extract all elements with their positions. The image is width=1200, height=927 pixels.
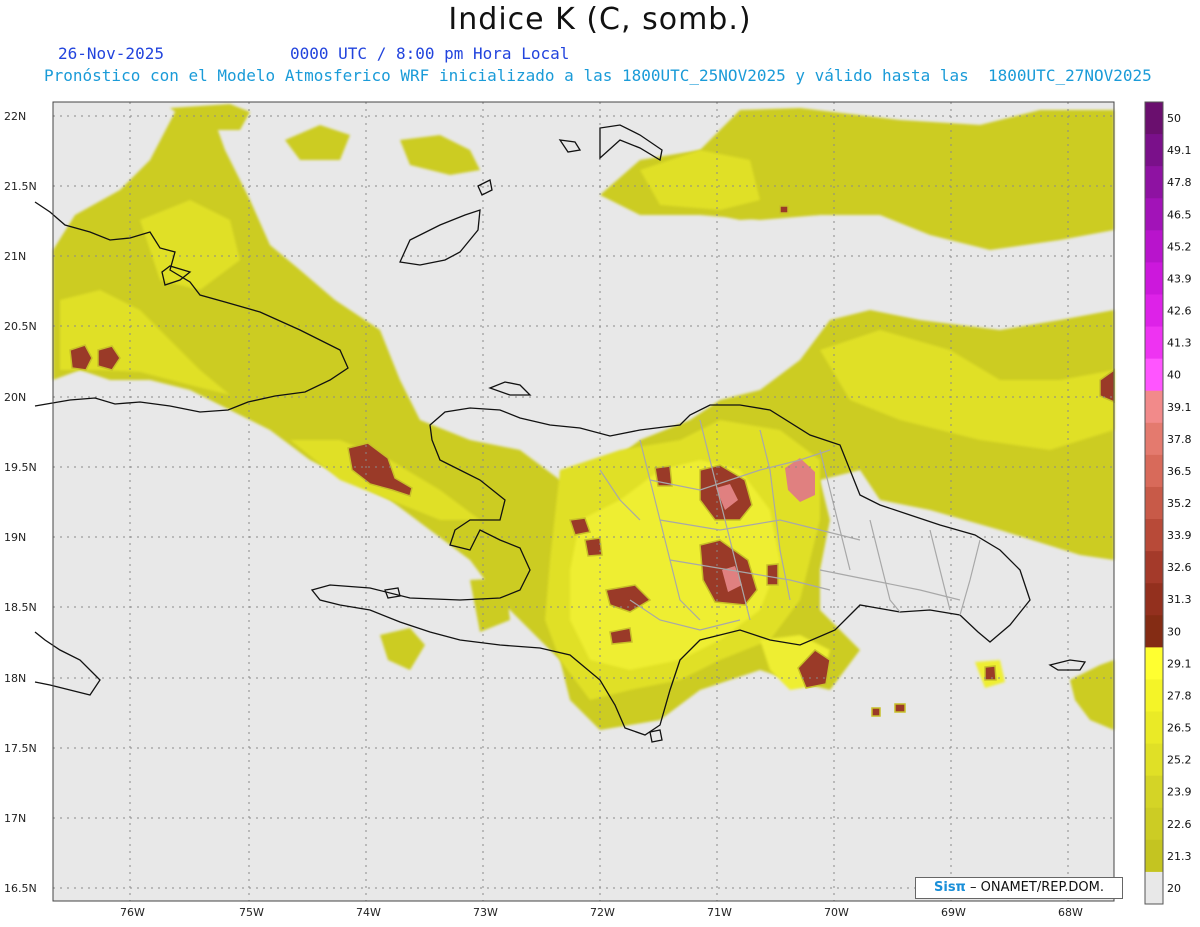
lon-label: 76W xyxy=(120,906,145,919)
lat-label: 21.5N xyxy=(4,180,37,193)
colorbar-swatch xyxy=(1145,839,1163,873)
colorbar-swatch xyxy=(1145,198,1163,231)
colorbar-swatch xyxy=(1145,230,1163,263)
colorbar-label: 32.6 xyxy=(1167,561,1192,574)
colorbar-swatch xyxy=(1145,102,1163,135)
colorbar-label: 36.5 xyxy=(1167,465,1192,478)
colorbar-swatch xyxy=(1145,775,1163,809)
lon-label: 70W xyxy=(824,906,849,919)
colorbar-label: 42.6 xyxy=(1167,305,1192,318)
colorbar-label: 29.1 xyxy=(1167,657,1192,670)
colorbar-swatch xyxy=(1145,807,1163,841)
colorbar-swatch xyxy=(1145,134,1163,167)
lat-label: 17N xyxy=(4,812,26,825)
lat-label: 16.5N xyxy=(4,882,37,895)
colorbar-swatch xyxy=(1145,390,1163,424)
colorbar-swatch xyxy=(1145,294,1163,328)
colorbar-label: 50 xyxy=(1167,112,1181,125)
colorbar-swatch xyxy=(1145,551,1163,584)
colorbar: 50 49.1 47.8 46.5 45.2 43.9 42.6 41.3 40 39.1 37.8… xyxy=(1144,101,1192,905)
latitude-labels: 22N 21.5N 21N 20.5N 20N 19.5N 19N 18.5N … xyxy=(4,110,37,895)
colorbar-label: 45.2 xyxy=(1167,240,1192,253)
lat-label: 19.5N xyxy=(4,461,37,474)
colorbar-label: 27.8 xyxy=(1167,689,1192,702)
lat-label: 22N xyxy=(4,110,26,123)
colorbar-label: 33.9 xyxy=(1167,529,1192,542)
colorbar-swatch xyxy=(1145,486,1163,520)
colorbar-label: 46.5 xyxy=(1167,208,1192,221)
colorbar-swatch xyxy=(1145,871,1163,905)
lat-label: 21N xyxy=(4,250,26,263)
colorbar-swatch xyxy=(1145,615,1163,648)
lat-label: 20.5N xyxy=(4,320,37,333)
colorbar-label: 23.9 xyxy=(1167,786,1192,799)
lat-label: 18N xyxy=(4,672,26,685)
lon-label: 73W xyxy=(473,906,498,919)
lon-label: 75W xyxy=(239,906,264,919)
colorbar-swatch xyxy=(1145,743,1163,777)
colorbar-label: 30 xyxy=(1167,625,1181,638)
colorbar-label: 43.9 xyxy=(1167,272,1192,285)
colorbar-label: 31.3 xyxy=(1167,593,1192,606)
lon-label: 71W xyxy=(707,906,732,919)
lon-label: 72W xyxy=(590,906,615,919)
weather-map: 22N 21.5N 21N 20.5N 20N 19.5N 19N 18.5N … xyxy=(4,101,1192,919)
colorbar-swatch xyxy=(1145,358,1163,392)
lon-label: 74W xyxy=(356,906,381,919)
colorbar-swatch xyxy=(1145,422,1163,456)
lat-label: 20N xyxy=(4,391,26,404)
colorbar-swatch xyxy=(1145,326,1163,360)
colorbar-label: 40 xyxy=(1167,369,1181,382)
colorbar-swatch xyxy=(1145,262,1163,295)
colorbar-swatch xyxy=(1145,454,1163,488)
lon-label: 69W xyxy=(941,906,966,919)
colorbar-swatch xyxy=(1145,679,1163,713)
colorbar-label: 41.3 xyxy=(1167,337,1192,350)
colorbar-swatch xyxy=(1145,711,1163,745)
sispi-logo: Sisπ xyxy=(934,880,966,895)
colorbar-label: 21.3 xyxy=(1167,850,1192,863)
credit-text: – ONAMET/REP.DOM. xyxy=(965,880,1104,895)
colorbar-label: 49.1 xyxy=(1167,144,1192,157)
lat-label: 19N xyxy=(4,531,26,544)
lon-label: 68W xyxy=(1058,906,1083,919)
lat-label: 18.5N xyxy=(4,601,37,614)
colorbar-swatch xyxy=(1145,166,1163,199)
colorbar-swatch xyxy=(1145,647,1163,680)
colorbar-label: 26.5 xyxy=(1167,722,1192,735)
colorbar-swatch xyxy=(1145,583,1163,616)
lat-label: 17.5N xyxy=(4,742,37,755)
colorbar-label: 20 xyxy=(1167,882,1181,895)
colorbar-swatch xyxy=(1145,519,1163,552)
colorbar-label: 47.8 xyxy=(1167,176,1192,189)
colorbar-label: 37.8 xyxy=(1167,433,1192,446)
colorbar-label: 35.2 xyxy=(1167,497,1192,510)
colorbar-label: 22.6 xyxy=(1167,818,1192,831)
colorbar-label: 25.2 xyxy=(1167,754,1192,767)
credit-box: Sisπ – ONAMET/REP.DOM. xyxy=(915,877,1123,899)
colorbar-label: 39.1 xyxy=(1167,401,1192,414)
longitude-labels: 76W 75W 74W 73W 72W 71W 70W 69W 68W xyxy=(120,906,1083,919)
